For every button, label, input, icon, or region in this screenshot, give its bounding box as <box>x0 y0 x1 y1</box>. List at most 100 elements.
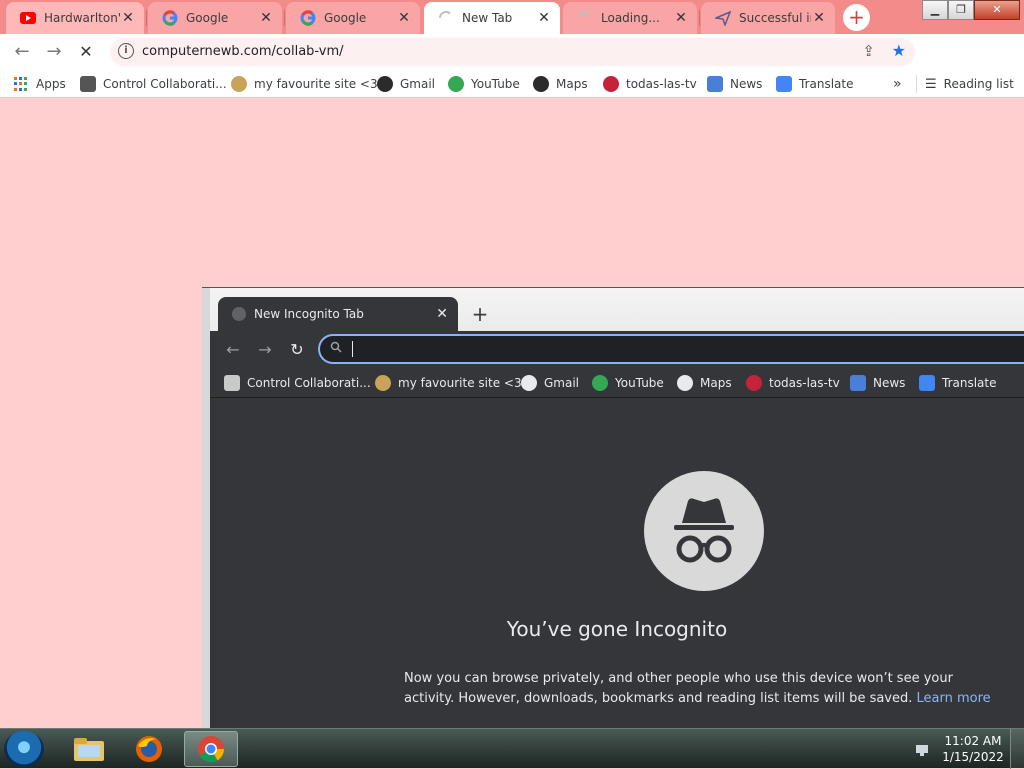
bookmark-label: Control Collaborati... <box>247 376 371 390</box>
bookmark-todas-las-tv[interactable]: todas-las-tv <box>603 75 697 93</box>
close-tab-icon[interactable]: ✕ <box>258 10 274 26</box>
file-explorer-icon[interactable] <box>62 731 116 767</box>
translate-icon <box>919 375 935 391</box>
incognito-address-bar[interactable] <box>318 334 1024 364</box>
bookmark-translate[interactable]: Translate <box>776 75 854 93</box>
new-tab-button[interactable]: + <box>843 4 870 31</box>
bookmark-maps[interactable]: Maps <box>677 375 732 391</box>
show-desktop-button[interactable] <box>1010 729 1024 769</box>
bookmark-label: Translate <box>799 77 854 91</box>
close-tab-icon[interactable]: ✕ <box>811 10 827 26</box>
news-icon <box>707 76 723 92</box>
news-icon <box>850 375 866 391</box>
bookmark-news[interactable]: News <box>707 75 762 93</box>
bookmark-label: Maps <box>700 376 732 390</box>
tv-icon <box>603 76 619 92</box>
incognito-description: Now you can browse privately, and other … <box>404 669 1004 709</box>
reading-list-label: Reading list <box>943 77 1014 91</box>
google-icon <box>300 10 316 26</box>
incognito-tab[interactable]: New Incognito Tab ✕ <box>218 297 458 331</box>
bookmarks-overflow-button[interactable]: » <box>893 75 902 93</box>
clock-date: 1/15/2022 <box>942 750 1004 764</box>
tab-divider <box>146 10 147 26</box>
tab-title: New Tab <box>462 11 513 25</box>
tab-strip: Hardwarlton' ✕ Google ✕ Google ✕ New Tab… <box>0 0 1024 34</box>
incognito-new-tab-page: You’ve gone Incognito Now you can browse… <box>210 399 1024 729</box>
learn-more-link[interactable]: Learn more <box>917 691 991 706</box>
text-cursor <box>352 341 353 357</box>
share-icon[interactable]: ⇪ <box>862 42 875 60</box>
bookmark-label: Gmail <box>400 77 436 91</box>
bookmark-label: YouTube <box>471 77 520 91</box>
tab-loading[interactable]: Loading... ✕ <box>563 2 697 34</box>
bookmark-my-favourite-site[interactable]: my favourite site <3 <box>375 375 522 391</box>
collab-vm-icon <box>224 375 240 391</box>
start-button[interactable] <box>4 731 44 767</box>
clock-time: 11:02 AM <box>944 734 1002 748</box>
forward-icon[interactable]: → <box>42 40 66 64</box>
bookmark-gmail[interactable]: Gmail <box>377 75 435 93</box>
reload-icon[interactable]: ↻ <box>286 339 308 361</box>
bookmark-label: my favourite site <3 <box>398 376 522 390</box>
bookmark-gmail[interactable]: Gmail <box>521 375 579 391</box>
loading-spinner-icon <box>438 10 454 26</box>
youtube-icon <box>20 10 36 26</box>
tab-google-2[interactable]: Google ✕ <box>286 2 420 34</box>
site-info-icon[interactable]: i <box>118 43 134 59</box>
paper-plane-icon <box>715 10 731 26</box>
network-tray-icon[interactable] <box>914 741 930 757</box>
close-tab-icon[interactable]: ✕ <box>120 10 136 26</box>
back-icon[interactable]: ← <box>222 339 244 361</box>
bookmark-apps[interactable]: Apps <box>14 75 66 93</box>
incognito-tab-title: New Incognito Tab <box>254 307 364 321</box>
reading-list-button[interactable]: ☰ Reading list <box>916 75 1014 93</box>
bookmark-label: todas-las-tv <box>769 376 840 390</box>
chrome-icon[interactable] <box>184 731 238 767</box>
tab-successful[interactable]: Successful in ✕ <box>701 2 835 34</box>
url-text: computernewb.com/collab-vm/ <box>142 44 344 59</box>
incognito-new-tab-button[interactable]: + <box>468 303 492 327</box>
money-bag-icon <box>231 76 247 92</box>
minimize-button[interactable]: ▁ <box>922 0 948 20</box>
bookmark-control-collaborati[interactable]: Control Collaborati... <box>224 375 371 391</box>
address-bar[interactable]: i computernewb.com/collab-vm/ ⇪ ★ <box>110 38 915 66</box>
money-bag-icon <box>375 375 391 391</box>
bookmark-label: my favourite site <3 <box>254 77 378 91</box>
bookmark-translate[interactable]: Translate <box>919 375 997 391</box>
bookmark-youtube[interactable]: YouTube <box>448 75 520 93</box>
tab-divider <box>284 10 285 26</box>
restore-button[interactable]: ❐ <box>948 0 974 20</box>
firefox-icon[interactable] <box>122 731 176 767</box>
stop-loading-icon[interactable]: ✕ <box>74 40 98 64</box>
bookmark-star-icon[interactable]: ★ <box>892 41 906 60</box>
tab-new-tab[interactable]: New Tab ✕ <box>424 2 560 34</box>
bookmark-control-collaborati[interactable]: Control Collaborati... <box>80 75 227 93</box>
forward-icon[interactable]: → <box>254 339 276 361</box>
tv-icon <box>746 375 762 391</box>
loading-spinner-icon <box>577 10 593 26</box>
bookmark-label: Apps <box>36 77 66 91</box>
incognito-tab-icon <box>232 307 246 321</box>
close-tab-icon[interactable]: ✕ <box>396 10 412 26</box>
back-icon[interactable]: ← <box>10 40 34 64</box>
close-tab-icon[interactable]: ✕ <box>436 306 448 322</box>
tab-google-1[interactable]: Google ✕ <box>148 2 282 34</box>
bookmark-maps[interactable]: Maps <box>533 75 588 93</box>
window-close-button[interactable]: ✕ <box>974 0 1020 20</box>
bookmark-label: Control Collaborati... <box>103 77 227 91</box>
translate-icon <box>776 76 792 92</box>
tab-hardwarlton[interactable]: Hardwarlton' ✕ <box>6 2 144 34</box>
bookmarks-bar: Apps Control Collaborati... my favourite… <box>0 70 1024 98</box>
incognito-heading: You’ve gone Incognito <box>506 617 728 641</box>
incognito-description-text: Now you can browse privately, and other … <box>404 671 953 706</box>
bookmark-my-favourite-site[interactable]: my favourite site <3 <box>231 75 378 93</box>
bookmark-news[interactable]: News <box>850 375 905 391</box>
incognito-toolbar: ← → ↻ <box>210 331 1024 368</box>
bookmark-label: YouTube <box>615 376 664 390</box>
bookmark-youtube[interactable]: YouTube <box>592 375 664 391</box>
close-tab-icon[interactable]: ✕ <box>536 10 552 26</box>
bookmark-todas-las-tv[interactable]: todas-las-tv <box>746 375 840 391</box>
globe-icon <box>677 375 693 391</box>
taskbar-clock[interactable]: 11:02 AM 1/15/2022 <box>940 733 1006 765</box>
close-tab-icon[interactable]: ✕ <box>673 10 689 26</box>
